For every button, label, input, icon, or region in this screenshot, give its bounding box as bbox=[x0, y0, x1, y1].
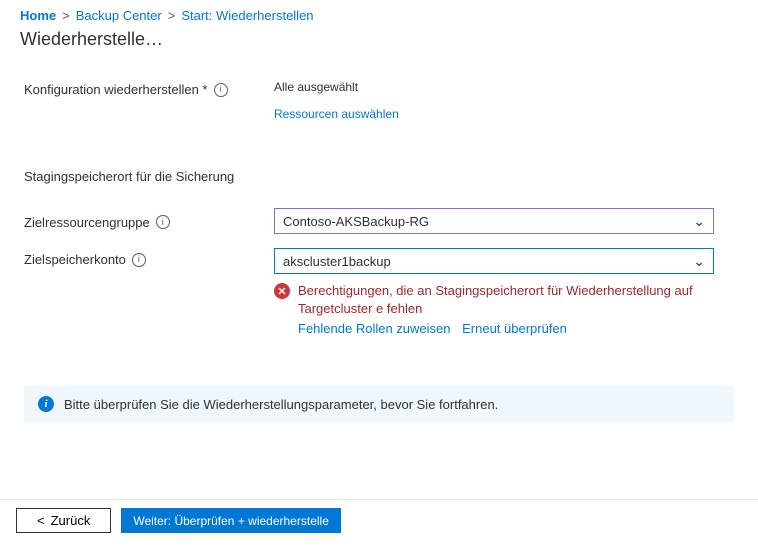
info-banner-icon: i bbox=[38, 396, 54, 412]
target-sa-value: akscluster1backup bbox=[283, 254, 391, 269]
target-rg-select[interactable]: Contoso-AKSBackup-RG ⌄ bbox=[274, 208, 714, 234]
label-restore-config-text: Konfiguration wiederherstellen * bbox=[24, 82, 208, 97]
select-resources-link[interactable]: Ressourcen auswählen bbox=[274, 107, 399, 121]
breadcrumb-backup-center[interactable]: Backup Center bbox=[76, 8, 162, 23]
staging-error: ✕ Berechtigungen, die an Stagingspeicher… bbox=[274, 282, 714, 336]
label-target-rg-text: Zielressourcengruppe bbox=[24, 215, 150, 230]
retry-check-link[interactable]: Erneut überprüfen bbox=[462, 321, 567, 336]
label-target-sa-text: Zielspeicherkonto bbox=[24, 252, 126, 267]
back-button[interactable]: < Zurück bbox=[16, 508, 111, 533]
row-target-rg: Zielressourcengruppe i Contoso-AKSBackup… bbox=[24, 208, 734, 234]
breadcrumb: Home > Backup Center > Start: Wiederhers… bbox=[0, 0, 758, 27]
breadcrumb-sep-1: > bbox=[62, 8, 70, 23]
info-icon[interactable]: i bbox=[132, 253, 146, 267]
chevron-down-icon: ⌄ bbox=[693, 214, 705, 228]
restore-config-value: Alle ausgewählt bbox=[274, 80, 734, 94]
breadcrumb-sep-2: > bbox=[168, 8, 176, 23]
staging-error-links: Fehlende Rollen zuweisen Erneut überprüf… bbox=[298, 321, 714, 336]
label-restore-config: Konfiguration wiederherstellen * i bbox=[24, 80, 274, 97]
staging-error-text: Berechtigungen, die an Stagingspeicheror… bbox=[298, 282, 714, 317]
section-title-staging: Stagingspeicherort für die Sicherung bbox=[24, 169, 734, 184]
info-banner-text: Bitte überprüfen Sie die Wiederherstellu… bbox=[64, 397, 498, 412]
footer: < Zurück Weiter: Überprüfen + wiederhers… bbox=[0, 499, 758, 541]
info-banner: i Bitte überprüfen Sie die Wiederherstel… bbox=[24, 386, 734, 422]
info-icon[interactable]: i bbox=[214, 83, 228, 97]
page-title: Wiederherstelle… bbox=[0, 27, 758, 50]
breadcrumb-start-restore[interactable]: Start: Wiederherstellen bbox=[181, 8, 313, 23]
field-restore-config: Alle ausgewählt Ressourcen auswählen bbox=[274, 80, 734, 121]
next-review-restore-button[interactable]: Weiter: Überprüfen + wiederherstelle bbox=[121, 508, 341, 533]
main-content: Konfiguration wiederherstellen * i Alle … bbox=[0, 50, 758, 336]
chevron-left-icon: < bbox=[37, 513, 45, 528]
row-restore-config: Konfiguration wiederherstellen * i Alle … bbox=[24, 80, 734, 121]
label-target-sa: Zielspeicherkonto i bbox=[24, 248, 274, 267]
label-target-rg: Zielressourcengruppe i bbox=[24, 213, 274, 230]
assign-missing-roles-link[interactable]: Fehlende Rollen zuweisen bbox=[298, 321, 450, 336]
info-icon[interactable]: i bbox=[156, 215, 170, 229]
breadcrumb-home[interactable]: Home bbox=[20, 8, 56, 23]
target-rg-value: Contoso-AKSBackup-RG bbox=[283, 214, 429, 229]
chevron-down-icon: ⌄ bbox=[693, 254, 705, 268]
error-icon: ✕ bbox=[274, 283, 290, 299]
back-button-label: Zurück bbox=[51, 513, 91, 528]
target-sa-select[interactable]: akscluster1backup ⌄ bbox=[274, 248, 714, 274]
row-target-sa: Zielspeicherkonto i akscluster1backup ⌄ … bbox=[24, 248, 734, 336]
